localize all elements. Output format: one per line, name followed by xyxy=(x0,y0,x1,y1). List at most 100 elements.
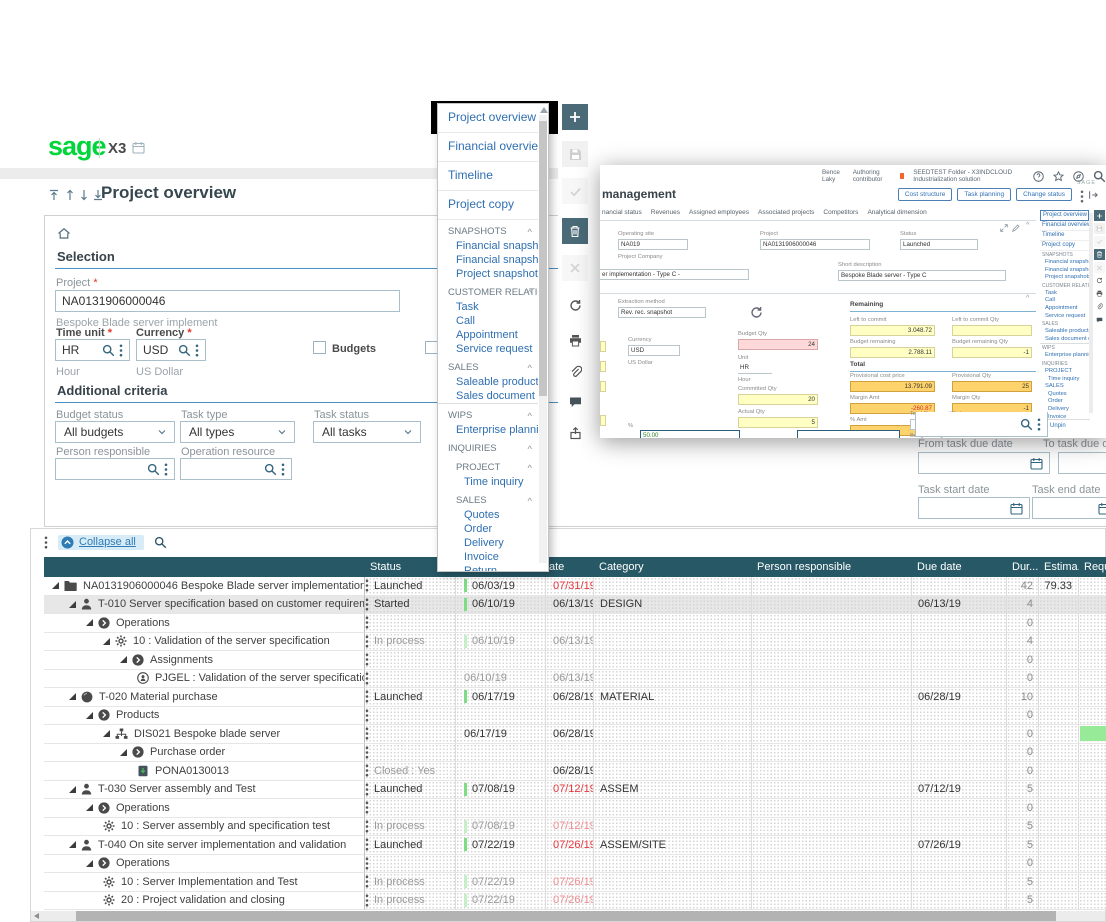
calendar-icon[interactable] xyxy=(1098,502,1106,515)
menu-item-quotes[interactable]: Quotes xyxy=(438,508,538,522)
tree-cell[interactable]: 10 : Validation of the server specificat… xyxy=(44,633,365,652)
status-cell[interactable]: Closed : Yes xyxy=(365,762,456,781)
status-cell[interactable]: Launched xyxy=(365,688,456,707)
menu-item-appointment[interactable]: Appointment xyxy=(438,328,538,342)
tree-cell[interactable]: 10 : Server assembly and specification t… xyxy=(44,818,365,837)
popup-tab-competitors[interactable]: Competitors xyxy=(823,209,858,216)
menu-item-timeline[interactable]: Timeline xyxy=(1040,231,1089,241)
partially-hidden-lookup-input[interactable] xyxy=(915,412,1048,437)
expand-toggle-icon[interactable] xyxy=(69,693,76,700)
menu-item-financial-snapshots[interactable]: Financial snapshots xyxy=(1040,259,1089,267)
expand-toggle-icon[interactable] xyxy=(120,749,127,756)
collapse-caret-icon[interactable]: ^ xyxy=(528,411,532,422)
lookup-options-icon[interactable] xyxy=(195,344,199,357)
collapse-caret-icon[interactable]: ^ xyxy=(528,463,532,474)
expand-toggle-icon[interactable] xyxy=(69,841,76,848)
menu-item-saleable-products[interactable]: Saleable products xyxy=(438,375,538,389)
popup-tab-nancial-status[interactable]: nancial status xyxy=(602,209,642,216)
row-options-icon[interactable] xyxy=(365,616,369,629)
row-options-icon[interactable] xyxy=(365,653,369,666)
collapse-caret-icon[interactable]: ^ xyxy=(528,288,532,299)
scroll-up-icon[interactable] xyxy=(64,189,76,201)
task-start-date-input[interactable] xyxy=(918,497,1030,519)
cancel-button[interactable] xyxy=(562,255,588,281)
menu-item-delivery[interactable]: Delivery xyxy=(438,536,538,550)
left-to-commit-qty-value[interactable] xyxy=(952,325,1032,336)
row-options-icon[interactable] xyxy=(365,709,369,722)
row-options-icon[interactable] xyxy=(365,635,369,648)
status-cell[interactable]: Started xyxy=(365,596,456,615)
expand-toggle-icon[interactable] xyxy=(103,638,110,645)
menu-item-sales-document-creation[interactable]: Sales document creation xyxy=(438,389,538,403)
menu-scrollbar-thumb[interactable] xyxy=(539,121,547,396)
search-icon[interactable] xyxy=(1020,418,1033,431)
budgets-checkbox[interactable] xyxy=(313,341,326,354)
validate-button[interactable] xyxy=(562,178,588,204)
popup-currency-input[interactable]: USD xyxy=(628,345,680,356)
lookup-options-icon[interactable] xyxy=(119,344,123,357)
short-description-input[interactable]: Bespoke Blade server - Type C xyxy=(838,270,1006,281)
popup-tab-associated-projects[interactable]: Associated projects xyxy=(758,209,814,216)
menu-item-service-request[interactable]: Service request xyxy=(438,342,538,356)
person-responsible-input[interactable] xyxy=(55,458,175,480)
menu-item-project-snapshots[interactable]: Project snapshots xyxy=(438,267,538,281)
budget-remaining-value[interactable]: 2.788.11 xyxy=(850,347,935,358)
search-icon[interactable] xyxy=(102,344,115,357)
popup-status-input[interactable]: Launched xyxy=(900,239,978,250)
committed-qty-value[interactable]: 20 xyxy=(738,394,818,405)
share-button[interactable] xyxy=(562,420,588,446)
attach-button[interactable] xyxy=(562,358,588,384)
popup-refresh-button[interactable] xyxy=(1094,275,1105,286)
tree-cell[interactable]: Purchase order xyxy=(44,744,365,763)
actual-qty-value[interactable]: 5 xyxy=(738,417,818,428)
status-cell[interactable]: Launched xyxy=(365,577,456,596)
status-cell[interactable] xyxy=(365,651,456,670)
tree-cell[interactable]: T-030 Server assembly and Test xyxy=(44,781,365,800)
menu-item-service-request[interactable]: Service request xyxy=(1040,313,1089,321)
menu-item-financial-overview[interactable]: Financial overview xyxy=(438,133,538,162)
menu-item-financial-overview[interactable]: Financial overview xyxy=(1040,221,1089,231)
refresh-button[interactable] xyxy=(562,292,588,318)
task-planning-button[interactable]: Task planning xyxy=(957,188,1011,201)
search-icon[interactable] xyxy=(147,463,160,476)
pct-fragment-box[interactable]: 50.00 xyxy=(640,430,740,438)
collapse-caret-icon[interactable]: ^ xyxy=(528,496,532,507)
row-options-icon[interactable] xyxy=(365,690,369,703)
cost-structure-button[interactable]: Cost structure xyxy=(898,188,952,201)
row-options-icon[interactable] xyxy=(365,727,369,740)
menu-item-financial-snapshots[interactable]: Financial snapshots xyxy=(438,239,538,253)
search-icon[interactable] xyxy=(178,344,191,357)
save-button[interactable] xyxy=(562,141,588,167)
popup-menu-scrollbar[interactable] xyxy=(1089,213,1093,413)
tree-column-header[interactable] xyxy=(44,557,376,577)
row-options-icon[interactable] xyxy=(365,838,369,851)
status-cell[interactable] xyxy=(365,855,456,874)
lookup-options-icon[interactable] xyxy=(1037,418,1041,431)
menu-item-timeline[interactable]: Timeline xyxy=(438,162,538,191)
expand-toggle-icon[interactable] xyxy=(120,656,127,663)
task-type-select[interactable]: All types xyxy=(180,421,295,443)
expand-toggle-icon[interactable] xyxy=(69,786,76,793)
tree-cell[interactable]: T-040 On site server implementation and … xyxy=(44,836,365,855)
menu-item-task[interactable]: Task xyxy=(438,300,538,314)
status-cell[interactable] xyxy=(365,707,456,726)
popup-tab-analytical-dimension[interactable]: Analytical dimension xyxy=(867,209,926,216)
status-cell[interactable] xyxy=(365,744,456,763)
expand-toggle-icon[interactable] xyxy=(69,601,76,608)
menu-item-invoice[interactable]: Invoice xyxy=(438,550,538,564)
expand-toggle-icon[interactable] xyxy=(86,712,93,719)
print-button[interactable] xyxy=(562,327,588,353)
status-cell[interactable] xyxy=(365,725,456,744)
provisional-cost-value[interactable]: 13.791.09 xyxy=(850,381,935,392)
popup-validate-button[interactable] xyxy=(1094,236,1105,247)
description-input[interactable]: er implementation - Type C - xyxy=(600,269,749,280)
tree-cell[interactable]: T-020 Material purchase xyxy=(44,688,365,707)
menu-item-appointment[interactable]: Appointment xyxy=(1040,305,1089,313)
scroll-to-top-icon[interactable] xyxy=(48,189,60,201)
menu-item-call[interactable]: Call xyxy=(1040,297,1089,305)
tree-cell[interactable]: 10 : Server Implementation and Test xyxy=(44,873,365,892)
popup-attach-button[interactable] xyxy=(1094,301,1105,312)
tree-cell[interactable]: PONA0130013 xyxy=(44,762,365,781)
left-to-commit-value[interactable]: 3.048.72 xyxy=(850,325,935,336)
popup-print-button[interactable] xyxy=(1094,288,1105,299)
